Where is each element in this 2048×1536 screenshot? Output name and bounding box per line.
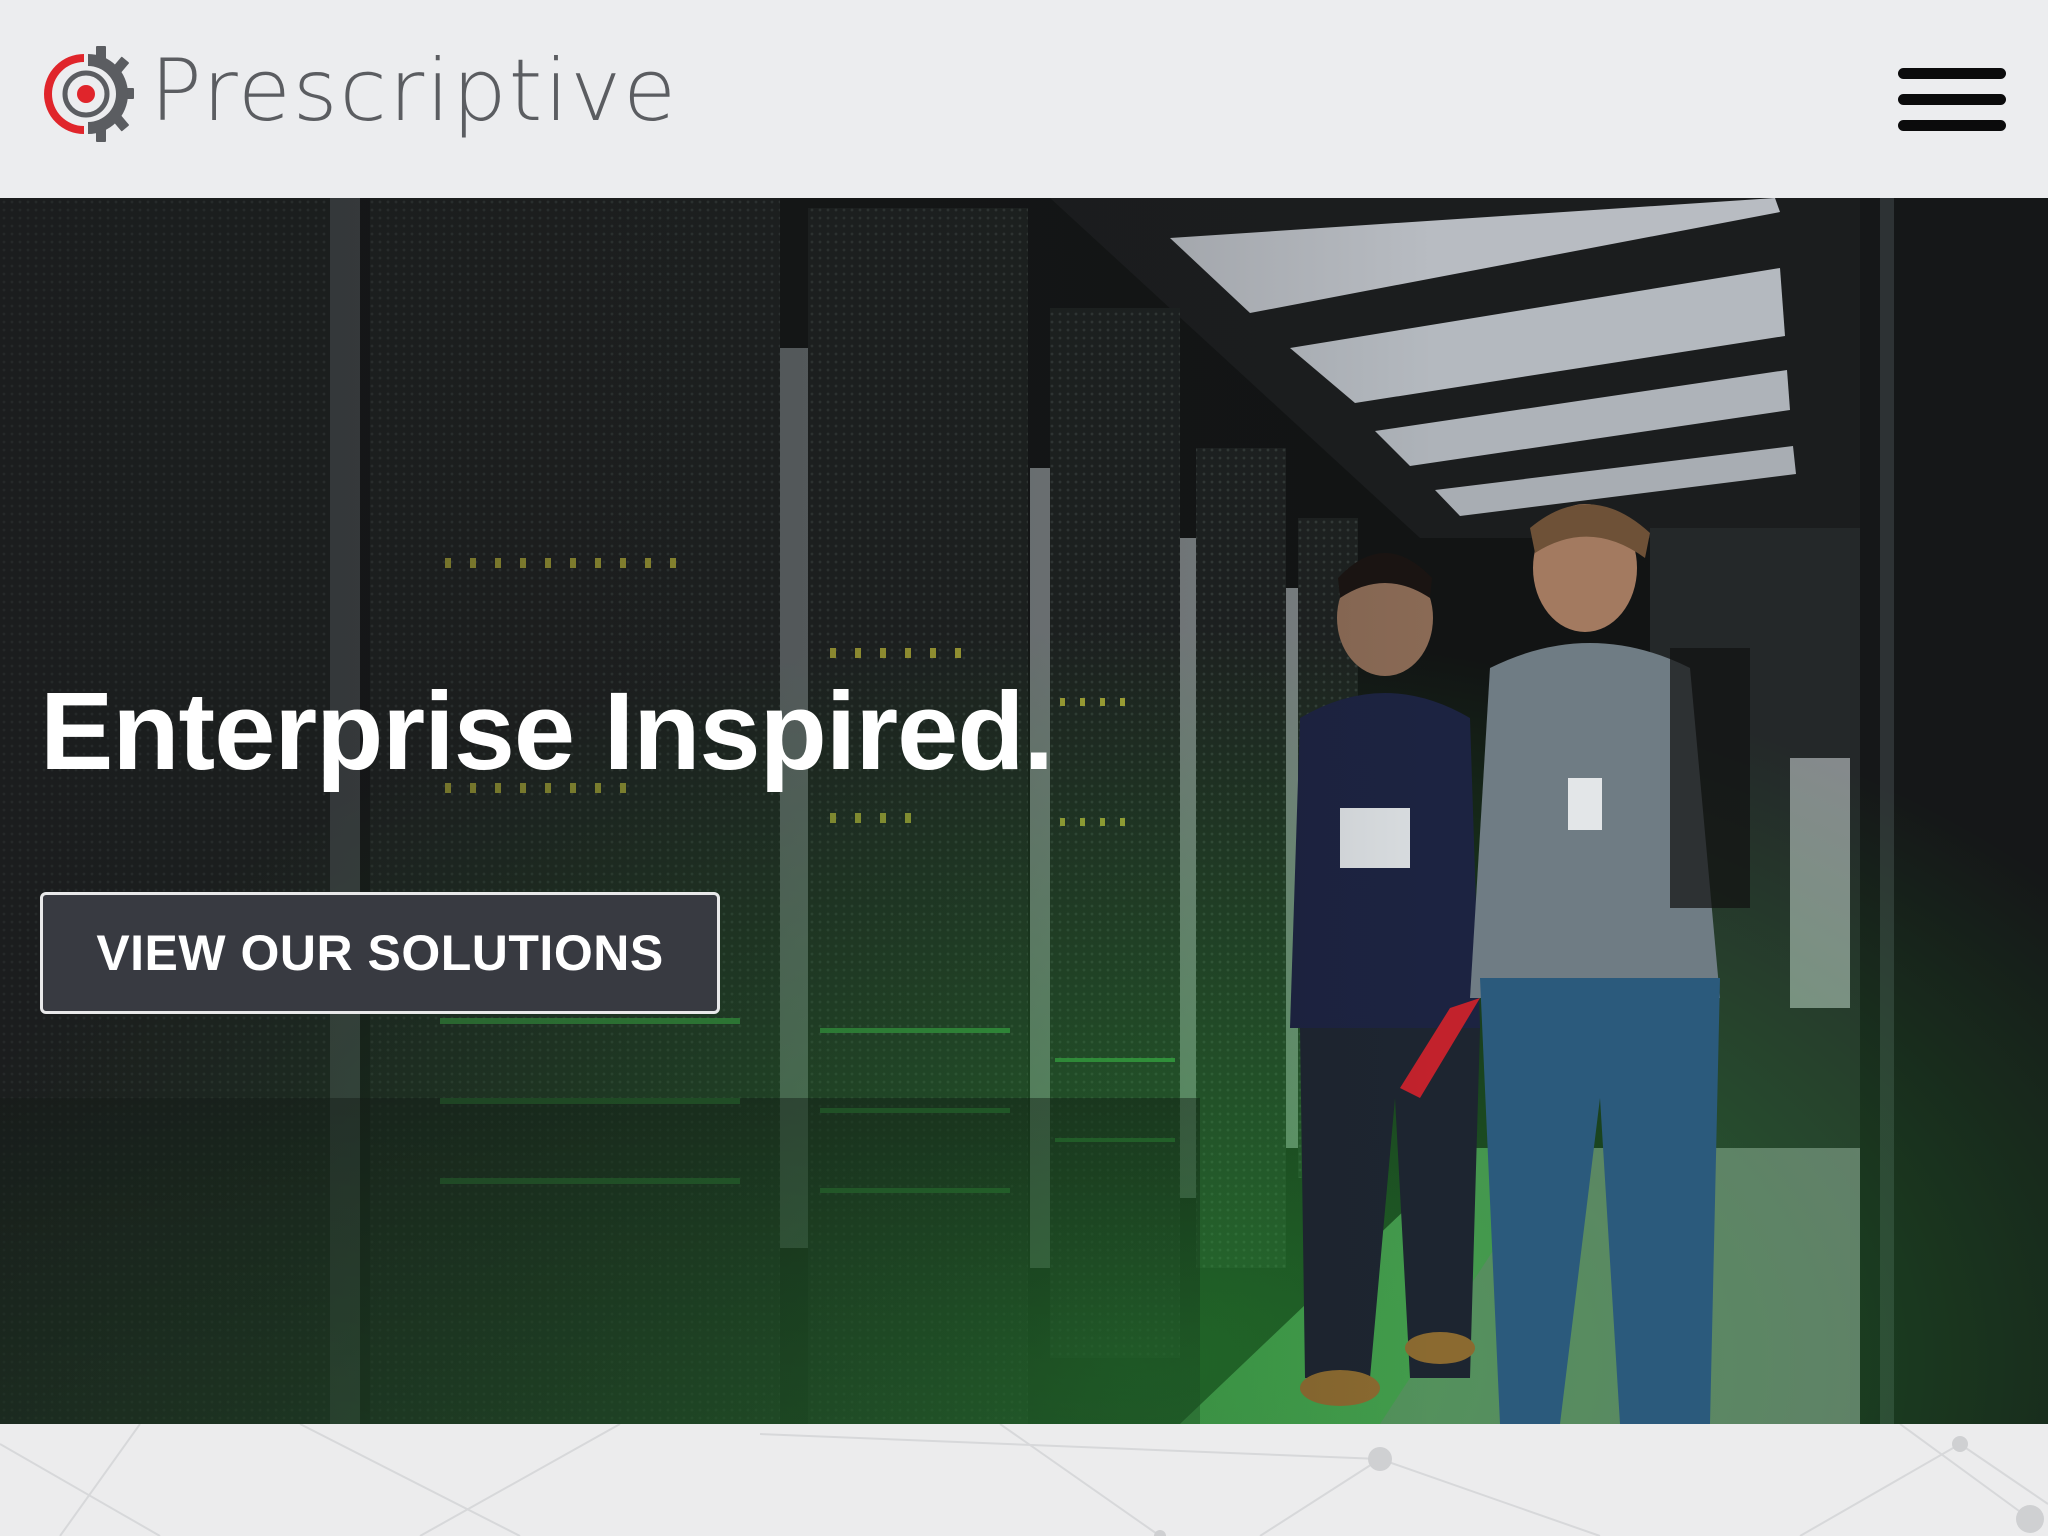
hero-title: Enterprise Inspired. bbox=[40, 670, 1054, 793]
hamburger-menu-icon bbox=[1898, 68, 2006, 79]
site-header: Prescriptive bbox=[0, 0, 2048, 198]
network-pattern-section bbox=[0, 1424, 2048, 1536]
logo-wordmark: Prescriptive bbox=[150, 41, 679, 141]
logo-link[interactable]: Prescriptive bbox=[38, 44, 678, 144]
view-solutions-button[interactable]: VIEW OUR SOLUTIONS bbox=[40, 892, 720, 1014]
hero-section: Enterprise Inspired. VIEW OUR SOLUTIONS bbox=[0, 198, 2048, 1424]
network-lines-decoration bbox=[0, 1424, 2048, 1536]
hamburger-menu-button[interactable] bbox=[1896, 66, 2008, 134]
prescriptive-logo-icon bbox=[44, 46, 134, 142]
page: Prescriptive Enterprise Inspired. VIEW O… bbox=[0, 0, 2048, 1536]
hero-overlay bbox=[0, 198, 2048, 1424]
